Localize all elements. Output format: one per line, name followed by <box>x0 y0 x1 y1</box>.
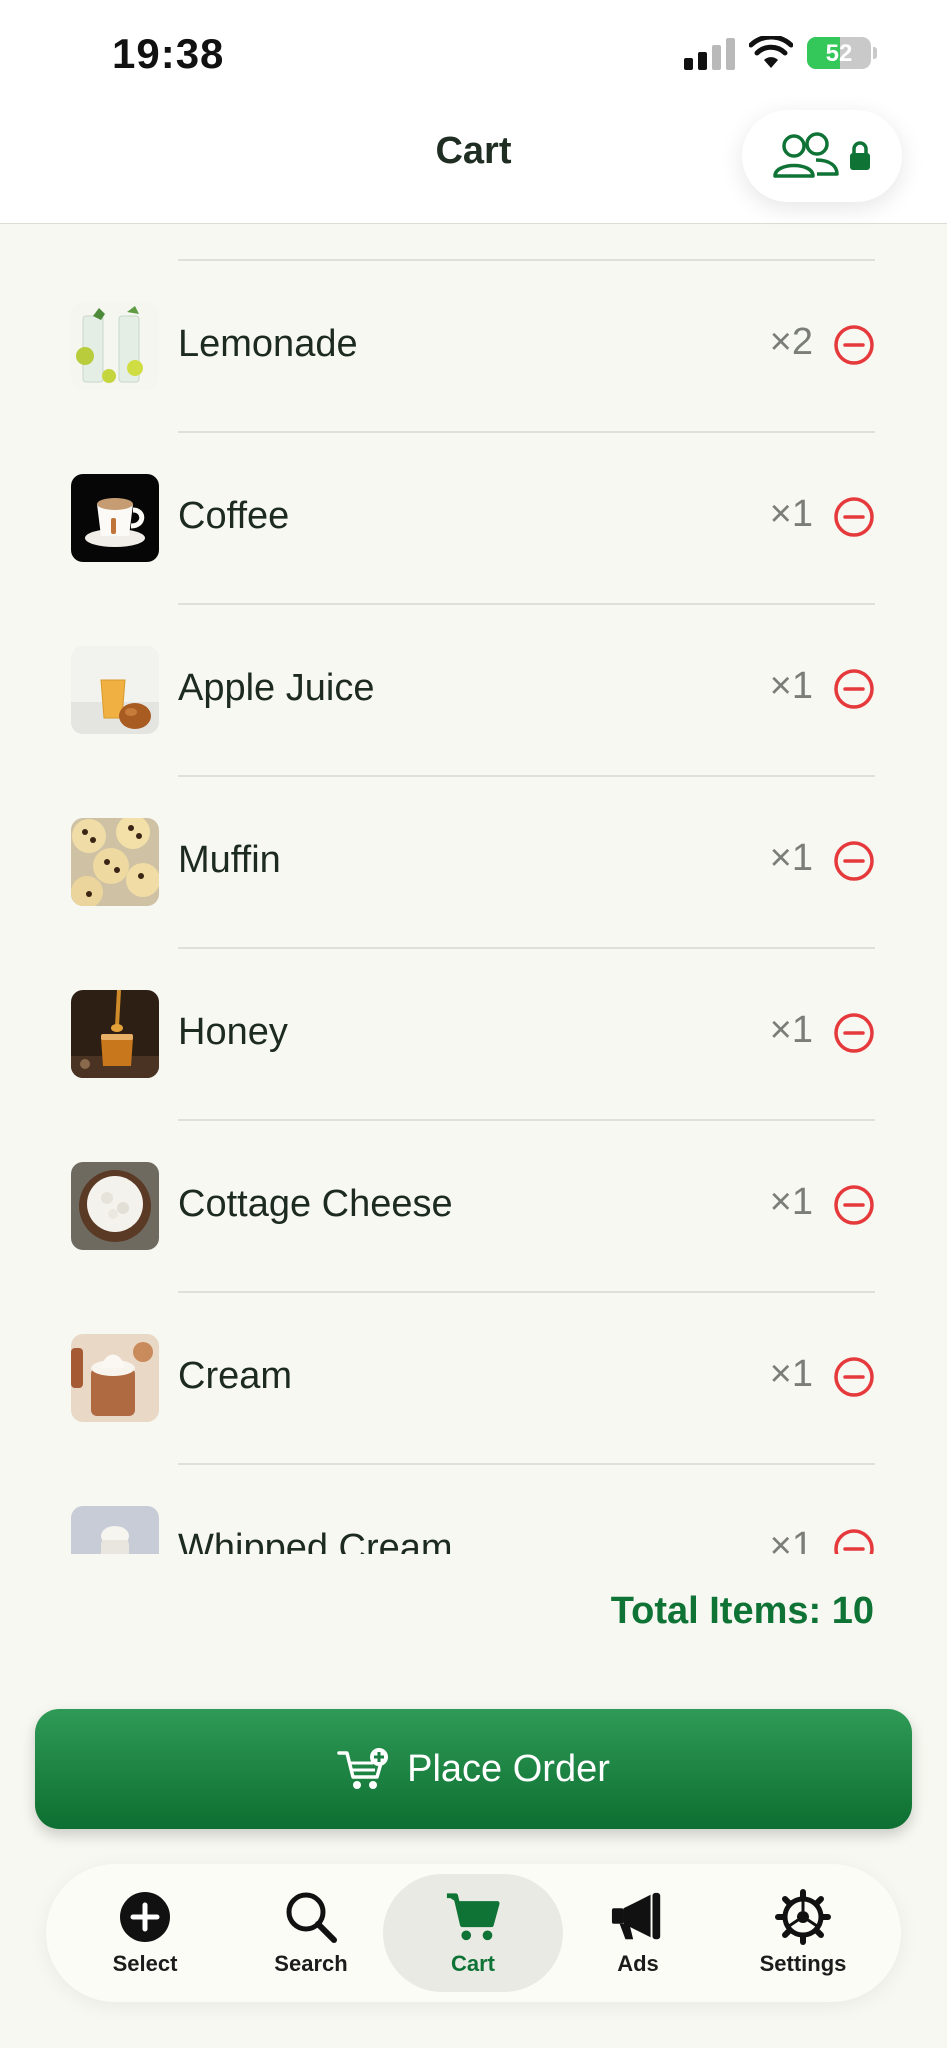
item-thumbnail <box>71 1162 159 1250</box>
item-name: Muffin <box>178 839 281 881</box>
place-order-button[interactable]: Place Order <box>35 1709 912 1829</box>
tab-label: Cart <box>450 1951 495 1976</box>
battery-icon: 52 <box>807 37 871 69</box>
tab-label: Settings <box>759 1951 847 1976</box>
gear-icon <box>775 1889 831 1945</box>
item-thumbnail <box>71 990 159 1078</box>
item-quantity: ×1 <box>769 665 813 707</box>
cart-item-row: Apple Juice ×1 <box>0 605 947 777</box>
item-thumbnail <box>71 302 159 390</box>
tab-bar: Select Search Cart Ads Settings <box>46 1864 901 2002</box>
status-time: 19:38 <box>112 30 225 77</box>
cart-item-row: Cream ×1 <box>0 1293 947 1465</box>
tab-ads[interactable]: Ads <box>553 1864 723 2002</box>
item-quantity: ×1 <box>769 1181 813 1223</box>
megaphone-icon <box>611 1892 661 1940</box>
cart-item-row: Honey ×1 <box>0 949 947 1121</box>
cart-item-row: Coffee ×1 <box>0 433 947 605</box>
magnifier-icon <box>286 1892 337 1943</box>
remove-item-button[interactable] <box>833 840 875 882</box>
tab-label: Search <box>274 1951 348 1976</box>
cart-icon <box>446 1893 500 1941</box>
cart-item-row: Cottage Cheese ×1 <box>0 1121 947 1293</box>
item-name: Lemonade <box>178 323 358 365</box>
cart-item-row: Muffin ×1 <box>0 777 947 949</box>
item-quantity: ×1 <box>769 1525 813 1554</box>
battery-tip <box>873 47 877 59</box>
item-quantity: ×1 <box>769 1009 813 1051</box>
item-quantity: ×1 <box>769 1353 813 1395</box>
tab-label: Select <box>112 1951 178 1976</box>
plus-circle-icon <box>120 1892 170 1942</box>
users-icon <box>773 132 839 178</box>
cart-list[interactable]: Lemonade ×2 Coffee ×1 Apple Juice ×1 Muf… <box>0 224 947 1554</box>
cart-item-row: Lemonade ×2 <box>0 261 947 433</box>
item-name: Cream <box>178 1355 293 1397</box>
remove-item-button[interactable] <box>833 668 875 710</box>
tab-settings[interactable]: Settings <box>718 1864 888 2002</box>
item-name: Honey <box>178 1011 288 1053</box>
item-name: Coffee <box>178 495 290 537</box>
item-quantity: ×1 <box>769 493 813 535</box>
cellular-signal-icon <box>684 36 735 70</box>
remove-item-button[interactable] <box>833 496 875 538</box>
status-bar: 19:38 52 <box>0 0 947 110</box>
cart-add-icon <box>337 1748 389 1789</box>
item-thumbnail <box>71 646 159 734</box>
cart-item-row: Whipped Cream ×1 <box>0 1465 947 1554</box>
wifi-icon <box>749 36 793 68</box>
tab-label: Ads <box>617 1951 659 1976</box>
remove-item-button[interactable] <box>833 1184 875 1226</box>
item-thumbnail <box>71 1334 159 1422</box>
item-name: Cottage Cheese <box>178 1183 453 1225</box>
remove-item-button[interactable] <box>833 1528 875 1554</box>
remove-item-button[interactable] <box>833 324 875 366</box>
battery-percent: 52 <box>825 40 853 67</box>
group-lock-button[interactable] <box>742 110 902 202</box>
item-quantity: ×2 <box>769 321 813 363</box>
item-thumbnail <box>71 474 159 562</box>
header: Cart <box>0 110 947 224</box>
item-name: Whipped Cream <box>178 1527 453 1554</box>
tab-search[interactable]: Search <box>226 1864 396 2002</box>
total-items-label: Total Items: 10 <box>610 1590 874 1632</box>
tab-select[interactable]: Select <box>60 1864 230 2002</box>
status-icons: 52 <box>684 36 877 70</box>
item-thumbnail <box>71 818 159 906</box>
lock-icon <box>850 141 870 170</box>
remove-item-button[interactable] <box>833 1012 875 1054</box>
remove-item-button[interactable] <box>833 1356 875 1398</box>
item-quantity: ×1 <box>769 837 813 879</box>
tab-cart[interactable]: Cart <box>383 1874 563 1992</box>
item-thumbnail <box>71 1506 159 1554</box>
item-name: Apple Juice <box>178 667 375 709</box>
place-order-label: Place Order <box>407 1747 610 1790</box>
